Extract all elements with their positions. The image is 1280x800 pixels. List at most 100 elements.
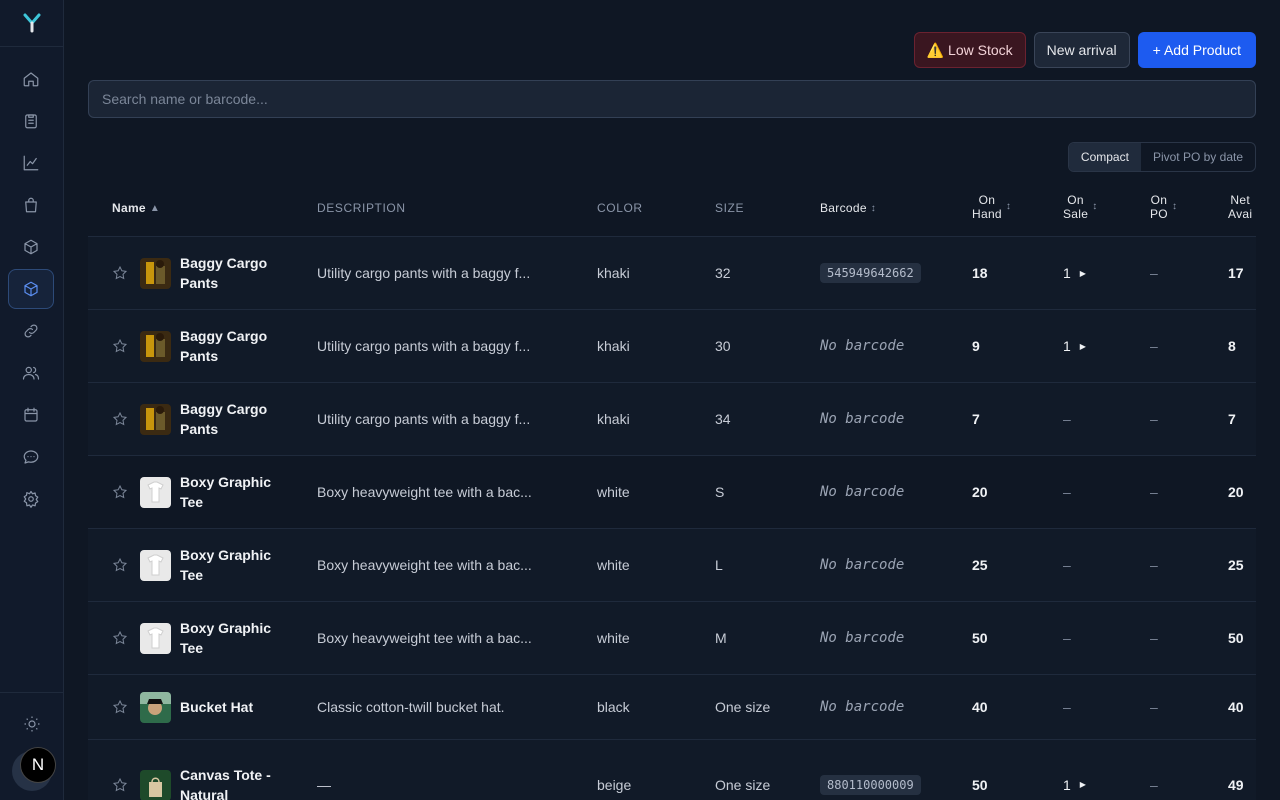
- no-barcode-label: No barcode: [820, 630, 905, 646]
- on-sale-value: 1: [1063, 338, 1071, 354]
- product-color: white: [597, 557, 630, 573]
- expand-triangle-icon[interactable]: ▶: [1080, 269, 1086, 278]
- net-available-value: 49: [1228, 776, 1244, 793]
- on-sale-cell: –: [1063, 456, 1071, 528]
- star-icon: [112, 699, 128, 714]
- table-row[interactable]: Baggy Cargo Pants Utility cargo pants wit…: [88, 383, 1256, 456]
- product-description: Boxy heavyweight tee with a bac...: [317, 630, 532, 646]
- barcode-cell: No barcode: [820, 383, 904, 455]
- column-on-po-label-1: On: [1150, 193, 1168, 207]
- sort-icon: ↕: [870, 202, 877, 214]
- column-net-available-header[interactable]: Net Avai: [1228, 193, 1252, 221]
- no-barcode-label: No barcode: [820, 484, 905, 500]
- table-row[interactable]: Boxy Graphic Tee Boxy heavyweight tee wit…: [88, 456, 1256, 529]
- on-hand-value: 25: [972, 557, 988, 573]
- nav-products[interactable]: [8, 269, 54, 309]
- favorite-star-button[interactable]: [112, 237, 130, 309]
- favorite-star-button[interactable]: [112, 740, 130, 800]
- favorite-star-button[interactable]: [112, 529, 130, 601]
- table-row[interactable]: Boxy Graphic Tee Boxy heavyweight tee wit…: [88, 529, 1256, 602]
- view-compact-button[interactable]: Compact: [1068, 143, 1141, 171]
- column-on-po-label-2: PO: [1150, 207, 1168, 221]
- settings-icon: [23, 490, 39, 508]
- on-sale-cell[interactable]: 1 ▶: [1063, 310, 1086, 382]
- sort-icon: ↕: [1092, 201, 1098, 212]
- on-sale-cell: –: [1063, 529, 1071, 601]
- product-size: L: [715, 557, 723, 573]
- product-name[interactable]: Baggy Cargo Pants: [180, 310, 290, 382]
- product-name[interactable]: Baggy Cargo Pants: [180, 383, 290, 455]
- on-sale-cell[interactable]: 1 ▶: [1063, 740, 1086, 800]
- table-row[interactable]: Baggy Cargo Pants Utility cargo pants wit…: [88, 310, 1256, 383]
- product-name[interactable]: Boxy Graphic Tee: [180, 456, 290, 528]
- on-sale-value: –: [1063, 630, 1071, 646]
- product-name[interactable]: Bucket Hat: [180, 675, 290, 739]
- new-arrival-button[interactable]: New arrival: [1033, 32, 1130, 68]
- expand-triangle-icon[interactable]: ▶: [1080, 780, 1086, 789]
- nav-orders[interactable]: [8, 101, 54, 141]
- nav-settings[interactable]: [8, 479, 54, 519]
- column-on-sale-header[interactable]: On Sale ↕: [1063, 193, 1098, 221]
- product-thumbnail: [140, 623, 171, 654]
- column-barcode-header[interactable]: Barcode ↕: [820, 201, 876, 215]
- column-on-hand-header[interactable]: On Hand ↕: [972, 193, 1011, 221]
- product-size: 34: [715, 411, 731, 427]
- on-po-value: –: [1150, 338, 1158, 354]
- nav-shop[interactable]: [8, 185, 54, 225]
- column-on-po-header[interactable]: On PO ↕: [1150, 193, 1177, 221]
- table-row[interactable]: Baggy Cargo Pants Utility cargo pants wit…: [88, 237, 1256, 310]
- favorite-star-button[interactable]: [112, 383, 130, 455]
- nav-customers[interactable]: [8, 353, 54, 393]
- products-table: Name ▲ DESCRIPTION COLOR SIZE Barcode ↕ On…: [88, 180, 1256, 800]
- chart-line-icon: [23, 155, 39, 171]
- on-sale-value: 1: [1063, 776, 1071, 793]
- on-sale-value: –: [1063, 484, 1071, 500]
- on-sale-cell[interactable]: 1 ▶: [1063, 237, 1086, 309]
- table-row[interactable]: Canvas Tote - Natural — beige One size 88011…: [88, 740, 1256, 800]
- product-color: khaki: [597, 265, 630, 281]
- nav-links[interactable]: [8, 311, 54, 351]
- nav-messages[interactable]: [8, 437, 54, 477]
- product-name[interactable]: Baggy Cargo Pants: [180, 237, 290, 309]
- avatar[interactable]: N: [20, 747, 56, 783]
- add-product-button[interactable]: + Add Product: [1137, 32, 1256, 68]
- product-size: S: [715, 484, 725, 500]
- favorite-star-button[interactable]: [112, 456, 130, 528]
- product-color: black: [597, 699, 630, 715]
- product-name[interactable]: Boxy Graphic Tee: [180, 602, 290, 674]
- nav-home[interactable]: [8, 59, 54, 99]
- expand-triangle-icon[interactable]: ▶: [1080, 342, 1086, 351]
- no-barcode-label: No barcode: [820, 411, 905, 427]
- table-row[interactable]: Boxy Graphic Tee Boxy heavyweight tee wit…: [88, 602, 1256, 675]
- net-available-value: 17: [1228, 265, 1244, 281]
- column-name-label: Name: [112, 201, 146, 215]
- theme-toggle[interactable]: [21, 713, 43, 735]
- nav-inventory[interactable]: [8, 227, 54, 267]
- favorite-star-button[interactable]: [112, 602, 130, 674]
- product-thumbnail: [140, 331, 171, 362]
- table-row[interactable]: Bucket Hat Classic cotton-twill bucket ha…: [88, 675, 1256, 740]
- star-icon: [112, 265, 128, 280]
- on-po-value: –: [1150, 630, 1158, 646]
- product-size: One size: [715, 776, 771, 793]
- nav-calendar[interactable]: [8, 395, 54, 435]
- barcode-tag: 545949642662: [820, 263, 921, 283]
- low-stock-button[interactable]: ⚠️ Low Stock: [913, 32, 1026, 68]
- app-logo[interactable]: [0, 0, 63, 47]
- search-input[interactable]: Search name or barcode...: [88, 80, 1256, 118]
- nav-analytics[interactable]: [8, 143, 54, 183]
- view-pivot-button[interactable]: Pivot PO by date: [1141, 143, 1255, 171]
- on-sale-value: 1: [1063, 265, 1071, 281]
- on-hand-value: 9: [972, 338, 980, 354]
- star-icon: [112, 484, 128, 499]
- toolbar: ⚠️ Low Stock New arrival + Add Product: [913, 32, 1256, 68]
- product-name[interactable]: Boxy Graphic Tee: [180, 529, 290, 601]
- favorite-star-button[interactable]: [112, 675, 130, 739]
- star-icon: [112, 777, 128, 791]
- column-name-header[interactable]: Name ▲: [112, 201, 160, 215]
- favorite-star-button[interactable]: [112, 310, 130, 382]
- product-name[interactable]: Canvas Tote - Natural: [180, 740, 290, 800]
- barcode-cell: 545949642662: [820, 237, 921, 309]
- product-thumbnail: [140, 477, 171, 508]
- on-po-value: –: [1150, 265, 1158, 281]
